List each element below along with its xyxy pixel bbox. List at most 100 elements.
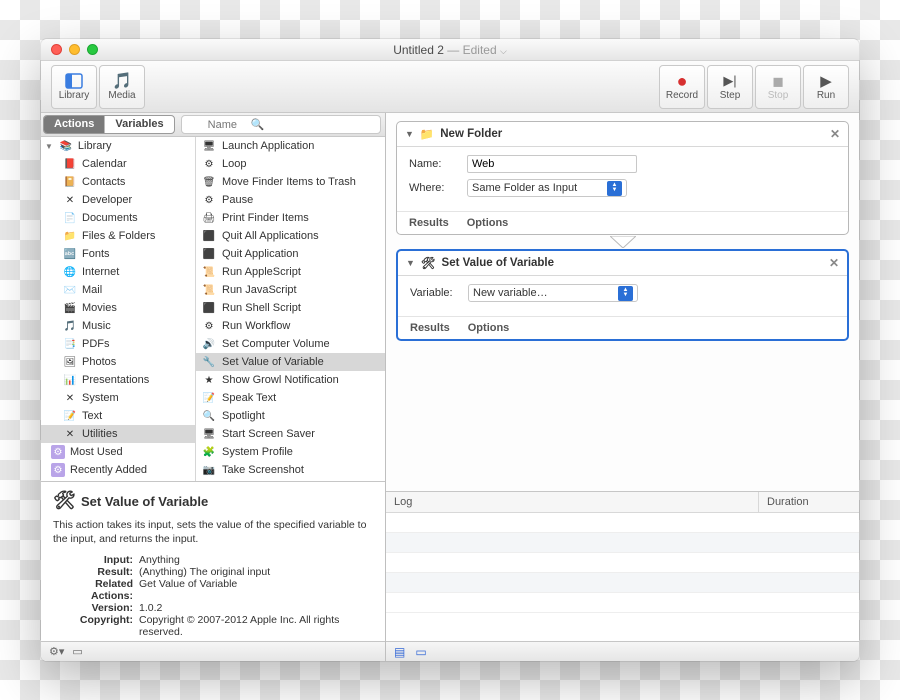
results-tab[interactable]: Results <box>409 217 449 229</box>
tree-item[interactable]: 📕Calendar <box>41 155 195 173</box>
disclosure-icon[interactable]: ▼ <box>405 129 414 139</box>
category-icon: 🌐 <box>63 265 77 279</box>
log-view-icon[interactable]: ▭ <box>415 645 426 659</box>
tree-item[interactable]: ✕Developer <box>41 191 195 209</box>
info-description: This action takes its input, sets the va… <box>53 518 373 546</box>
tab-variables[interactable]: Variables <box>104 116 173 133</box>
action-list-item[interactable]: ⬛Quit All Applications <box>196 227 385 245</box>
action-info: 🛠Set Value of Variable This action takes… <box>41 481 385 641</box>
tree-item[interactable]: 📝Text <box>41 407 195 425</box>
tree-item[interactable]: 🎬Movies <box>41 299 195 317</box>
window-title: Untitled 2 — Edited ⌵ <box>41 43 859 57</box>
step-button[interactable]: ▶|Step <box>707 65 753 109</box>
duration-column-header[interactable]: Duration <box>759 492 859 512</box>
variable-label: Variable: <box>410 287 460 299</box>
category-icon: ✉️ <box>63 283 77 297</box>
action-icon: 🖨 <box>202 211 216 225</box>
action-list-item[interactable]: 📝Speak Text <box>196 389 385 407</box>
action-list-item[interactable]: 🔍Spotlight <box>196 407 385 425</box>
disclosure-icon[interactable]: ▼ <box>406 258 415 268</box>
tree-item[interactable]: 📊Presentations <box>41 371 195 389</box>
workflow-pane: ▼ 📁 New Folder ✕ Name: Where: <box>386 113 859 661</box>
category-icon: 📑 <box>63 337 77 351</box>
category-icon: ✕ <box>63 427 77 441</box>
tree-item[interactable]: 📁Files & Folders <box>41 227 195 245</box>
action-list-item[interactable]: ★Show Growl Notification <box>196 371 385 389</box>
tree-item[interactable]: 📑PDFs <box>41 335 195 353</box>
remove-action-button[interactable]: ✕ <box>830 127 840 141</box>
tree-item[interactable]: ✉️Mail <box>41 281 195 299</box>
category-icon: 🎬 <box>63 301 77 315</box>
action-list-item[interactable]: ⬛Quit Application <box>196 245 385 263</box>
smart-folder-icon: ⚙ <box>51 463 65 477</box>
remove-action-button[interactable]: ✕ <box>829 256 839 270</box>
action-list-item[interactable]: ⚙Pause <box>196 191 385 209</box>
media-button[interactable]: 🎵Media <box>99 65 145 109</box>
category-icon: ✕ <box>63 193 77 207</box>
library-icon: 📚 <box>59 139 73 153</box>
library-tree[interactable]: ▼📚Library📕Calendar📔Contacts✕Developer📄Do… <box>41 137 196 481</box>
action-icon: ⚙ <box>202 157 216 171</box>
action-list-item[interactable]: 🖥Launch Application <box>196 137 385 155</box>
search-input[interactable] <box>181 115 381 134</box>
title-state: Edited <box>463 43 497 57</box>
record-button[interactable]: ●Record <box>659 65 705 109</box>
tree-item[interactable]: ✕Utilities <box>41 425 195 443</box>
action-list-item[interactable]: ⬛Run Shell Script <box>196 299 385 317</box>
action-list-item[interactable]: 🗑Move Finder Items to Trash <box>196 173 385 191</box>
actions-list[interactable]: 🖥Launch Application⚙Loop🗑Move Finder Ite… <box>196 137 385 481</box>
folder-name-input[interactable] <box>467 155 637 173</box>
log-column-header[interactable]: Log <box>386 492 759 512</box>
stop-button[interactable]: ◼Stop <box>755 65 801 109</box>
disclosure-icon: ▼ <box>45 142 53 151</box>
search-field[interactable]: 🔍 <box>181 115 381 134</box>
tree-item[interactable]: 🖼Photos <box>41 353 195 371</box>
tab-actions[interactable]: Actions <box>44 116 104 133</box>
workflow-canvas[interactable]: ▼ 📁 New Folder ✕ Name: Where: <box>386 113 859 491</box>
tree-item[interactable]: 🌐Internet <box>41 263 195 281</box>
action-list-item[interactable]: 🧩System Profile <box>196 443 385 461</box>
action-icon: 📝 <box>202 391 216 405</box>
results-tab[interactable]: Results <box>410 322 450 334</box>
options-tab[interactable]: Options <box>467 217 509 229</box>
run-button[interactable]: ▶Run <box>803 65 849 109</box>
action-list-item[interactable]: 📜Run JavaScript <box>196 281 385 299</box>
tree-item[interactable]: 🎵Music <box>41 317 195 335</box>
tree-item[interactable]: ⚙Most Used <box>41 443 195 461</box>
action-list-item[interactable]: 🔊Set Computer Volume <box>196 335 385 353</box>
title-chevron-icon[interactable]: ⌵ <box>500 46 507 56</box>
tree-item[interactable]: 🔤Fonts <box>41 245 195 263</box>
stop-icon: ◼ <box>769 72 787 90</box>
action-icon: 🗑 <box>202 175 216 189</box>
where-popup[interactable]: Same Folder as Input ▲▼ <box>467 179 627 197</box>
action-icon: ⚙ <box>202 193 216 207</box>
action-icon: 📜 <box>202 283 216 297</box>
action-list-item[interactable]: 🖨Print Finder Items <box>196 209 385 227</box>
tree-item[interactable]: ✕System <box>41 389 195 407</box>
workflow-action-new-folder[interactable]: ▼ 📁 New Folder ✕ Name: Where: <box>396 121 849 235</box>
action-icon: 📷 <box>202 463 216 477</box>
action-list-item[interactable]: ⚙Run Workflow <box>196 317 385 335</box>
tree-root-library[interactable]: ▼📚Library <box>41 137 195 155</box>
tree-item[interactable]: ⚙Recently Added <box>41 461 195 479</box>
action-list-item[interactable]: 🔧Set Value of Variable <box>196 353 385 371</box>
workflow-action-set-variable[interactable]: ▼ 🛠 Set Value of Variable ✕ Variable: Ne… <box>396 249 849 341</box>
library-pane: Actions Variables 🔍 ▼📚Library📕Calendar📔C… <box>41 113 386 661</box>
category-icon: 📝 <box>63 409 77 423</box>
variable-popup[interactable]: New variable… ▲▼ <box>468 284 638 302</box>
library-button[interactable]: Library <box>51 65 97 109</box>
options-tab[interactable]: Options <box>468 322 510 334</box>
folder-icon: 📁 <box>420 127 434 141</box>
action-list-item[interactable]: 📜Run AppleScript <box>196 263 385 281</box>
workflow-view-icon[interactable]: ▤ <box>394 645 405 659</box>
preview-toggle-icon[interactable]: ▭ <box>72 645 82 658</box>
action-list-item[interactable]: ⚙Loop <box>196 155 385 173</box>
action-title: New Folder <box>440 128 502 140</box>
action-list-item[interactable]: 🖥Start Screen Saver <box>196 425 385 443</box>
tree-item[interactable]: 📄Documents <box>41 209 195 227</box>
action-list-item[interactable]: 📷Take Screenshot <box>196 461 385 479</box>
gear-menu-icon[interactable]: ⚙︎▾ <box>49 645 64 658</box>
action-icon: 🔧 <box>202 355 216 369</box>
library-tabs: Actions Variables 🔍 <box>41 113 385 137</box>
tree-item[interactable]: 📔Contacts <box>41 173 195 191</box>
